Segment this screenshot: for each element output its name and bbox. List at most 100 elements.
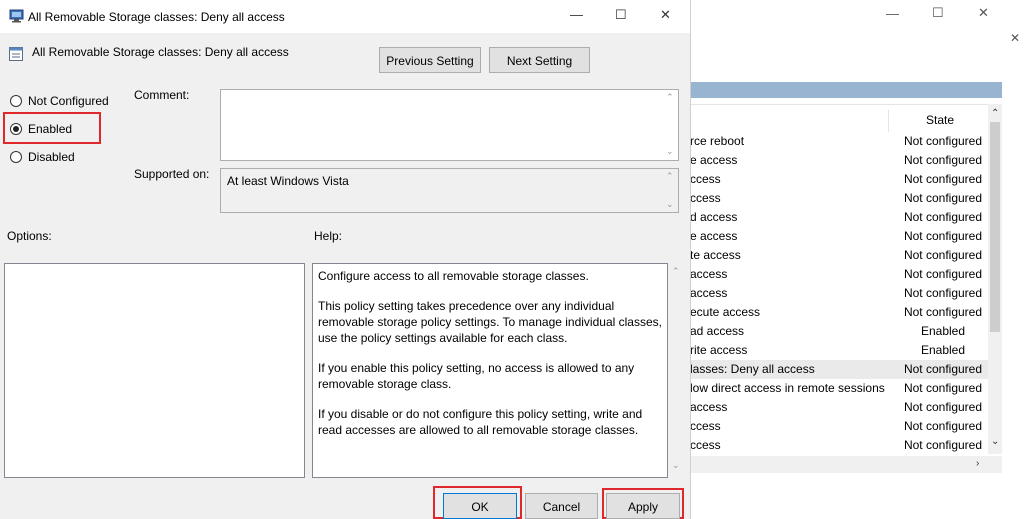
- policy-row[interactable]: access Not configured: [690, 398, 988, 417]
- options-pane: [4, 263, 305, 478]
- help-paragraph-3: If you enable this policy setting, no ac…: [318, 361, 635, 391]
- help-paragraph-1: Configure access to all removable storag…: [318, 269, 589, 283]
- minimize-button[interactable]: —: [570, 7, 583, 22]
- ok-button[interactable]: OK: [443, 493, 517, 519]
- radio-not-configured-circle[interactable]: [10, 95, 22, 107]
- policy-row-state: Not configured: [903, 419, 983, 433]
- group-policy-app-icon: [9, 9, 24, 23]
- policy-row-name: e access: [690, 153, 738, 167]
- policy-row[interactable]: te access Not configured: [690, 246, 988, 265]
- policy-row[interactable]: ad access Enabled: [690, 322, 988, 341]
- policy-row[interactable]: rce reboot Not configured: [690, 132, 988, 151]
- policy-row-name: low direct access in remote sessions: [690, 381, 885, 395]
- policy-row-name: ecute access: [690, 305, 761, 319]
- comment-label: Comment:: [134, 88, 190, 102]
- status-strip: [690, 505, 1024, 519]
- comment-field[interactable]: ⌃ ⌄: [220, 89, 679, 161]
- policy-row-name: lasses: Deny all access: [690, 362, 815, 376]
- policy-row-state: Not configured: [903, 210, 983, 224]
- policy-row-state: Not configured: [903, 134, 983, 148]
- dialog-titlebar: All Removable Storage classes: Deny all …: [0, 0, 690, 33]
- policy-row-state: Not configured: [903, 229, 983, 243]
- help-scroll-up-icon[interactable]: ⌃: [672, 266, 680, 277]
- policy-row[interactable]: low direct access in remote sessions Not …: [690, 379, 988, 398]
- radio-disabled-label: Disabled: [28, 150, 75, 164]
- policy-row-state: Not configured: [903, 191, 983, 205]
- scroll-down-icon[interactable]: ⌄: [991, 436, 999, 447]
- bg-minimize-button[interactable]: —: [886, 6, 899, 21]
- policy-row[interactable]: ccess Not configured: [690, 170, 988, 189]
- policy-row-name: te access: [690, 248, 741, 262]
- cancel-button[interactable]: Cancel: [525, 493, 598, 519]
- comment-scroll-up-icon[interactable]: ⌃: [666, 92, 674, 103]
- policy-list-vertical-scrollbar[interactable]: ⌃ ⌄: [988, 104, 1002, 454]
- help-label: Help:: [314, 229, 343, 243]
- options-label: Options:: [7, 229, 52, 243]
- policy-row-name: access: [690, 400, 728, 414]
- scroll-up-icon[interactable]: ⌃: [991, 108, 999, 119]
- policy-list: rce reboot Not configured e access Not conf…: [690, 132, 988, 457]
- policy-row-state: Not configured: [903, 248, 983, 262]
- column-divider: [888, 110, 889, 132]
- policy-row[interactable]: access Not configured: [690, 284, 988, 303]
- policy-row-name: rce reboot: [690, 134, 745, 148]
- bg-panel-close-button[interactable]: ✕: [1010, 31, 1020, 45]
- policy-row-state: Not configured: [903, 286, 983, 300]
- policy-list-horizontal-scrollbar[interactable]: ›: [690, 456, 1002, 473]
- policy-row[interactable]: e access Not configured: [690, 227, 988, 246]
- details-header-band: [690, 82, 1002, 98]
- comment-scroll-down-icon[interactable]: ⌄: [666, 146, 674, 157]
- close-button[interactable]: ✕: [660, 7, 671, 23]
- maximize-button[interactable]: ☐: [615, 7, 627, 23]
- policy-row[interactable]: ccess Not configured: [690, 436, 988, 455]
- next-setting-button[interactable]: Next Setting: [489, 47, 590, 73]
- enabled-highlight-box: [3, 112, 101, 144]
- policy-row[interactable]: access Not configured: [690, 265, 988, 284]
- policy-row-name: access: [690, 286, 728, 300]
- policy-row-state: Not configured: [903, 400, 983, 414]
- policy-row[interactable]: d access Not configured: [690, 208, 988, 227]
- policy-row-name: ccess: [690, 438, 721, 452]
- policy-row[interactable]: ccess Not configured: [690, 417, 988, 436]
- policy-row[interactable]: rite access Enabled: [690, 341, 988, 360]
- apply-button[interactable]: Apply: [606, 493, 680, 519]
- scroll-right-icon[interactable]: ›: [976, 458, 979, 469]
- policy-row-state: Not configured: [903, 381, 983, 395]
- policy-row-state: Not configured: [903, 153, 983, 167]
- radio-disabled[interactable]: Disabled: [10, 149, 100, 165]
- setting-name: All Removable Storage classes: Deny all …: [32, 45, 289, 59]
- policy-row-state: Enabled: [920, 324, 966, 338]
- state-column-header[interactable]: State: [926, 113, 954, 127]
- supported-scroll-down-icon[interactable]: ⌄: [666, 199, 674, 210]
- supported-on-field: At least Windows Vista ⌃ ⌄: [220, 168, 679, 213]
- policy-setting-dialog: All Removable Storage classes: Deny all …: [0, 0, 691, 519]
- help-paragraph-4: If you disable or do not configure this …: [318, 407, 643, 437]
- bg-maximize-button[interactable]: ☐: [932, 5, 944, 21]
- policy-row[interactable]: e access Not configured: [690, 151, 988, 170]
- supported-scroll-up-icon[interactable]: ⌃: [666, 171, 674, 182]
- header-divider: [690, 104, 988, 105]
- policy-row-name: e access: [690, 229, 738, 243]
- help-paragraph-2: This policy setting takes precedence ove…: [318, 299, 662, 345]
- policy-row-name: d access: [690, 210, 738, 224]
- policy-row-name: ccess: [690, 172, 721, 186]
- radio-not-configured-label: Not Configured: [28, 94, 109, 108]
- policy-row-state: Not configured: [903, 438, 983, 452]
- supported-on-label: Supported on:: [134, 167, 210, 181]
- supported-on-value: At least Windows Vista: [227, 174, 349, 188]
- policy-row[interactable]: ccess Not configured: [690, 189, 988, 208]
- policy-row-name: ad access: [690, 324, 745, 338]
- radio-not-configured[interactable]: Not Configured: [10, 93, 120, 109]
- policy-setting-icon: [9, 47, 23, 61]
- policy-row[interactable]: lasses: Deny all access Not configured: [690, 360, 988, 379]
- policy-row[interactable]: ecute access Not configured: [690, 303, 988, 322]
- help-scrollbar[interactable]: ⌃ ⌄: [668, 263, 684, 478]
- background-window: — ☐ ✕ ✕ State rce reboot Not configured e …: [690, 0, 1024, 519]
- previous-setting-button[interactable]: Previous Setting: [379, 47, 481, 73]
- scrollbar-thumb[interactable]: [990, 122, 1000, 332]
- policy-row-state: Enabled: [920, 343, 966, 357]
- policy-row-name: ccess: [690, 419, 721, 433]
- radio-disabled-circle[interactable]: [10, 151, 22, 163]
- help-scroll-down-icon[interactable]: ⌄: [672, 460, 680, 471]
- bg-close-button[interactable]: ✕: [978, 5, 989, 21]
